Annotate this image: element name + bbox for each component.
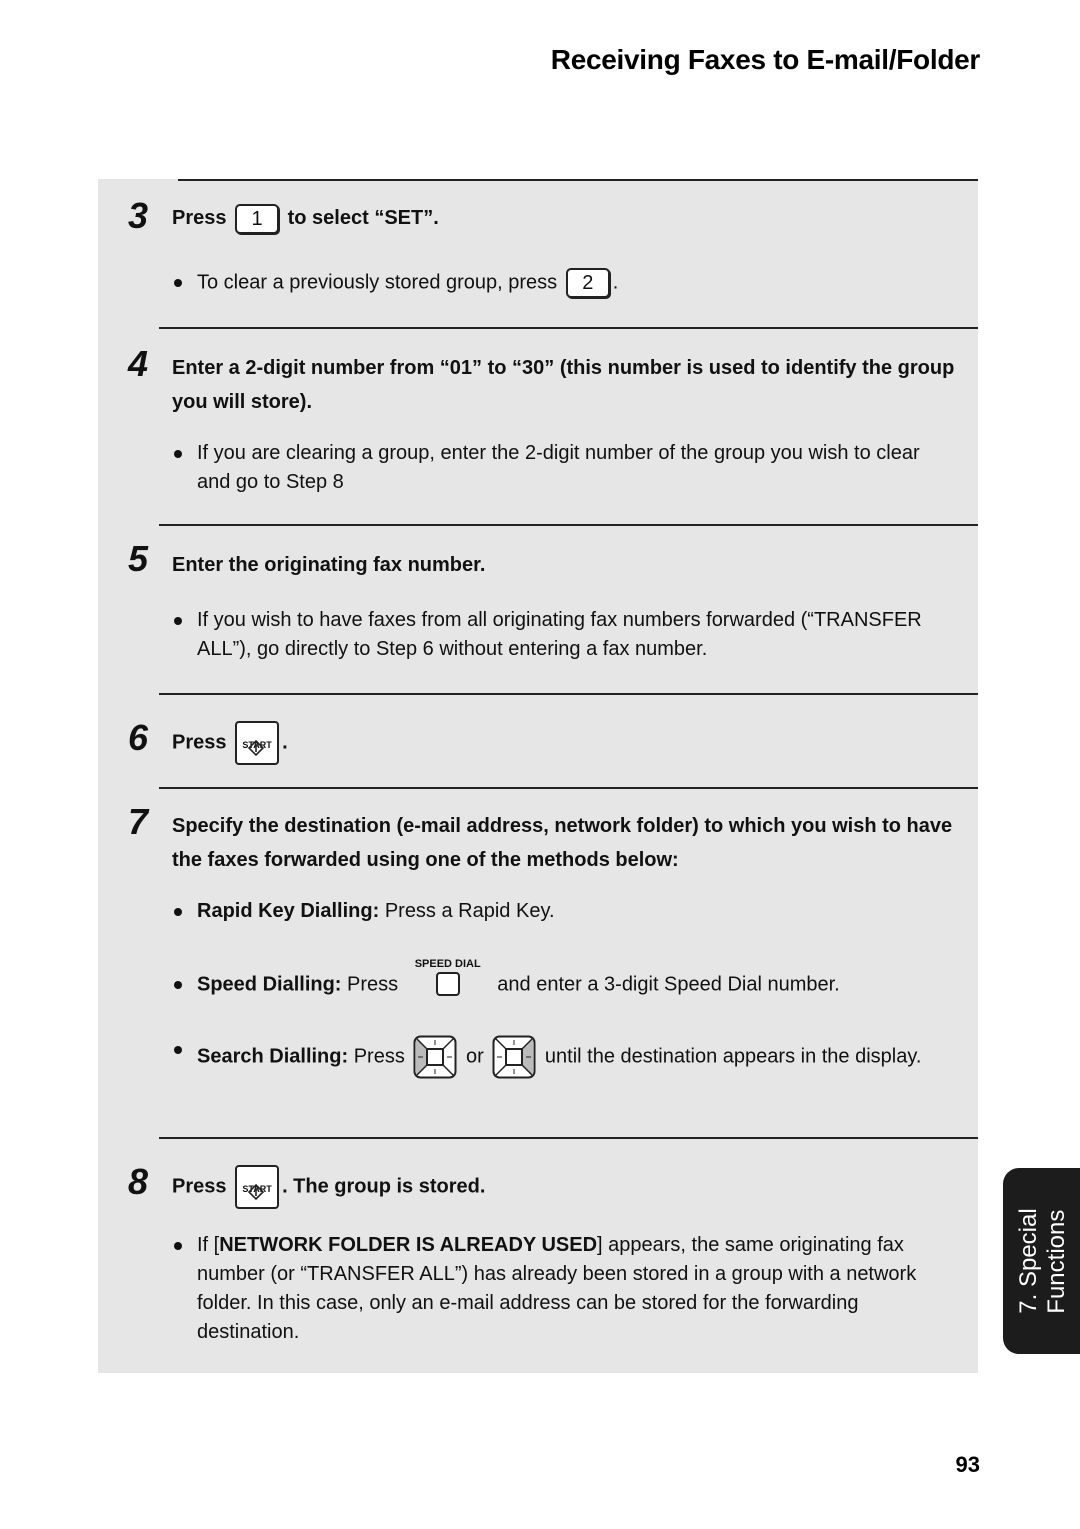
page-title: Receiving Faxes to E-mail/Folder [550, 44, 981, 75]
display-message: NETWORK FOLDER IS ALREADY USED [219, 1234, 598, 1256]
page-number: 93 [955, 1452, 980, 1477]
bullet-text: or [465, 1045, 484, 1068]
bullet-search: Search Dialling: Press or until the dest… [172, 1035, 956, 1079]
divider [159, 1137, 978, 1139]
chapter-tab-label: 7. Special Functions [1015, 1208, 1071, 1313]
chapter-tab-line: 7. Special [1015, 1208, 1042, 1314]
instructions-panel: 3 Press 1 to select “SET”. To clear a pr… [98, 179, 978, 1373]
divider [159, 524, 978, 526]
divider [178, 179, 978, 181]
start-diamond-icon [248, 1184, 265, 1200]
bullet-text: Press [347, 973, 399, 996]
step-heading: Press 1 to select “SET”. [172, 201, 956, 235]
step-text: Press [172, 1175, 227, 1198]
start-diamond-icon [248, 740, 265, 756]
step-heading: Specify the destination (e-mail address,… [172, 815, 953, 871]
step-text: . The group is stored. [282, 1175, 486, 1198]
step-number: 4 [128, 343, 149, 384]
step-text: Press [172, 731, 227, 754]
step-text: to select “SET”. [287, 207, 439, 229]
start-key-button: START [235, 1165, 280, 1209]
step-heading: Press START . The group is stored. [172, 1165, 956, 1209]
key-2-button: 2 [565, 268, 610, 298]
divider [159, 693, 978, 695]
start-key-button: START [235, 721, 280, 765]
step-heading: Press START . [172, 721, 956, 765]
chapter-tab[interactable]: 7. Special Functions [1003, 1168, 1080, 1354]
step-text: Press [172, 207, 227, 229]
key-1-button: 1 [235, 203, 280, 234]
divider [159, 787, 978, 789]
bullet-note: If [NETWORK FOLDER IS ALREADY USED] appe… [172, 1231, 956, 1347]
step-number: 7 [128, 801, 149, 842]
step-number: 8 [128, 1161, 149, 1202]
step-number: 5 [128, 538, 149, 579]
chapter-tab-line: Functions [1043, 1209, 1070, 1314]
bullet-text: and enter a 3-digit Speed Dial number. [497, 973, 840, 996]
step-heading: Enter a 2-digit number from “01” to “30”… [172, 357, 955, 413]
speed-dial-key: SPEED DIAL [408, 958, 488, 1000]
method-label: Speed Dialling: [197, 973, 342, 996]
step-number: 6 [128, 717, 149, 758]
bullet-speed-dial: Speed Dialling: Press SPEED DIAL and ent… [172, 958, 956, 1000]
bullet-text: Press [353, 1045, 405, 1068]
bullet-text: until the destination appears in the dis… [544, 1045, 922, 1068]
bullet-note: To clear a previously stored group, pres… [172, 268, 956, 298]
step-text: . [282, 731, 288, 754]
bullet-note: If you are clearing a group, enter the 2… [172, 439, 956, 497]
speed-dial-button-icon [435, 972, 460, 996]
bullet-text: . [612, 271, 619, 294]
step-number: 3 [128, 195, 149, 236]
nav-left-key-icon [413, 1035, 457, 1079]
method-label: Rapid Key Dialling: [197, 900, 380, 922]
step-heading: Enter the originating fax number. [172, 554, 486, 576]
bullet-note: If you wish to have faxes from all origi… [172, 606, 956, 664]
bullet-text: Press a Rapid Key. [384, 900, 555, 922]
method-label: Search Dialling: [197, 1045, 349, 1068]
bullet-text: If [ [197, 1234, 220, 1256]
bullet-text: To clear a previously stored group, pres… [197, 271, 558, 294]
bullet-rapid-key: Rapid Key Dialling: Press a Rapid Key. [172, 897, 956, 926]
divider [159, 327, 978, 329]
nav-right-key-icon [492, 1035, 536, 1079]
